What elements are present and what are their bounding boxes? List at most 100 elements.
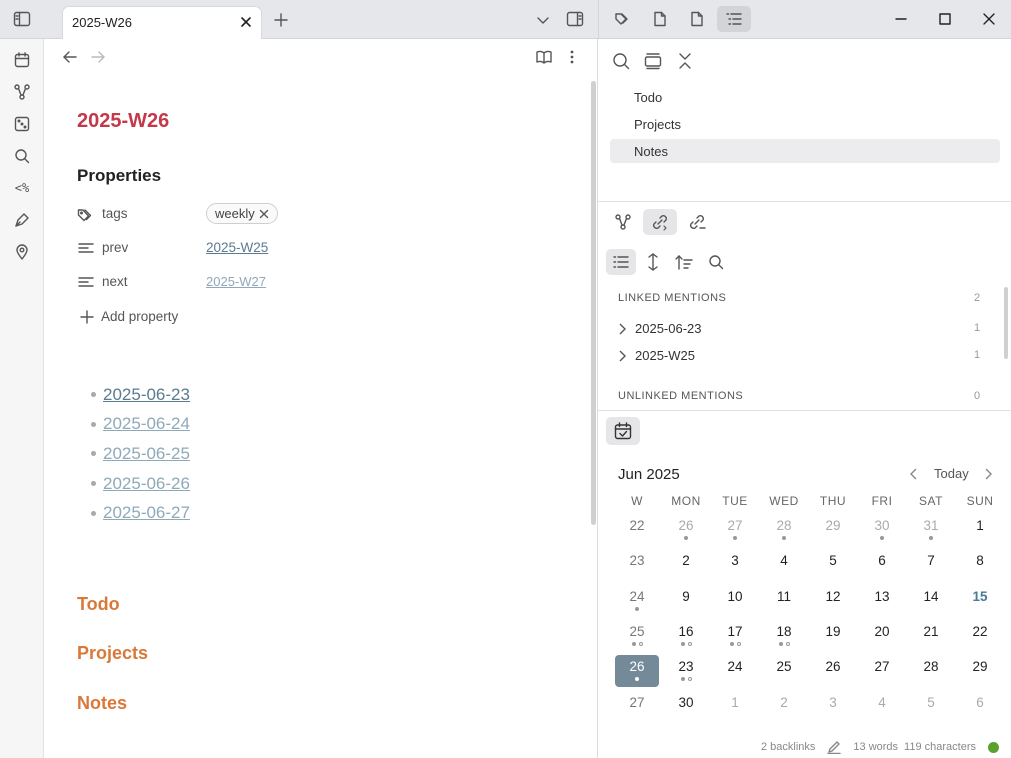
calendar-day[interactable]: 4 (859, 691, 905, 723)
backlinks-count[interactable]: 2 backlinks (761, 741, 815, 753)
toggle-right-sidebar-icon[interactable] (562, 6, 588, 32)
calendar-day[interactable]: 12 (810, 585, 856, 617)
backlinks-scrollbar[interactable] (1004, 287, 1008, 359)
calendar-day[interactable]: 25 (761, 655, 807, 687)
outline-item-todo[interactable]: Todo (634, 90, 662, 105)
calendar-day[interactable]: 10 (712, 585, 758, 617)
graph-view-icon[interactable] (9, 79, 35, 105)
date-link[interactable]: 2025-06-27 (103, 503, 190, 523)
unlinked-mentions-header[interactable]: UNLINKED MENTIONS (618, 390, 743, 402)
calendar-icon[interactable] (9, 47, 35, 73)
random-note-dice-icon[interactable] (9, 111, 35, 137)
search-icon[interactable] (9, 143, 35, 169)
collapse-all-icon[interactable] (644, 52, 662, 70)
calendar-day[interactable]: 18 (761, 620, 807, 652)
close-tab-icon[interactable] (239, 15, 253, 29)
excalidraw-pen-icon[interactable] (9, 207, 35, 233)
calendar-day[interactable]: 26 (663, 514, 709, 546)
calendar-day[interactable]: 5 (810, 549, 856, 581)
heading-notes[interactable]: Notes (77, 693, 127, 714)
calendar-week-number[interactable]: 25 (614, 620, 660, 652)
calendar-day[interactable]: 31 (908, 514, 954, 546)
search-icon[interactable] (612, 52, 630, 70)
previous-month-chevron-icon[interactable] (909, 468, 919, 480)
heading-projects[interactable]: Projects (77, 643, 148, 664)
templater-icon[interactable]: <% (9, 175, 35, 201)
linked-mentions-header[interactable]: LINKED MENTIONS (618, 292, 726, 304)
toggle-left-sidebar-icon[interactable] (9, 6, 35, 32)
mention-row[interactable]: 2025-06-23 1 (618, 319, 988, 339)
calendar-week-number[interactable]: 24 (614, 585, 660, 617)
maximize-window-icon[interactable] (932, 6, 958, 32)
next-link[interactable]: 2025-W27 (206, 274, 266, 289)
calendar-day[interactable]: 27 (859, 655, 905, 687)
property-key[interactable]: tags (102, 206, 128, 221)
calendar-day[interactable]: 7 (908, 549, 954, 581)
calendar-day[interactable]: 29 (957, 655, 1003, 687)
calendar-day[interactable]: 6 (957, 691, 1003, 723)
next-month-chevron-icon[interactable] (984, 468, 994, 480)
note-title[interactable]: 2025-W26 (77, 110, 169, 133)
search-icon[interactable] (703, 249, 729, 275)
fold-chevrons-icon[interactable] (676, 52, 694, 70)
editor-scrollbar[interactable] (591, 81, 596, 525)
minimize-window-icon[interactable] (888, 6, 914, 32)
calendar-day[interactable]: 21 (908, 620, 954, 652)
outgoing-links-icon[interactable] (684, 209, 710, 235)
calendar-day[interactable]: 1 (957, 514, 1003, 546)
calendar-week-number[interactable]: 27 (614, 691, 660, 723)
calendar-day[interactable]: 16 (663, 620, 709, 652)
calendar-day[interactable]: 22 (957, 620, 1003, 652)
pencil-icon[interactable] (827, 740, 842, 754)
calendar-week-number[interactable]: 22 (614, 514, 660, 546)
list-view-icon[interactable] (606, 249, 636, 275)
close-window-icon[interactable] (976, 6, 1002, 32)
calendar-day[interactable]: 4 (761, 549, 807, 581)
add-property-button[interactable]: Add property (80, 309, 178, 324)
today-button[interactable]: Today (934, 466, 969, 481)
calendar-day[interactable]: 14 (908, 585, 954, 617)
calendar-week-number[interactable]: 26 (615, 655, 659, 688)
calendar-day[interactable]: 26 (810, 655, 856, 687)
prev-link[interactable]: 2025-W25 (206, 240, 268, 255)
calendar-day[interactable]: 9 (663, 585, 709, 617)
sort-icon[interactable] (671, 249, 697, 275)
calendar-week-number[interactable]: 23 (614, 549, 660, 581)
file-icon-2[interactable] (684, 6, 710, 32)
heading-todo[interactable]: Todo (77, 594, 120, 615)
calendar-day[interactable]: 29 (810, 514, 856, 546)
calendar-day[interactable]: 3 (712, 549, 758, 581)
property-key[interactable]: prev (102, 240, 128, 255)
calendar-day[interactable]: 5 (908, 691, 954, 723)
calendar-day[interactable]: 19 (810, 620, 856, 652)
forward-arrow-icon[interactable] (90, 49, 106, 65)
tag-pill[interactable]: weekly (206, 203, 278, 224)
calendar-day[interactable]: 8 (957, 549, 1003, 581)
expand-vertical-icon[interactable] (640, 249, 666, 275)
backlinks-icon[interactable] (643, 209, 677, 235)
date-link[interactable]: 2025-06-25 (103, 444, 190, 464)
properties-heading[interactable]: Properties (77, 166, 161, 186)
mention-row[interactable]: 2025-W25 1 (618, 346, 988, 366)
calendar-day[interactable]: 23 (663, 655, 709, 687)
outline-item-projects[interactable]: Projects (634, 117, 681, 132)
date-link[interactable]: 2025-06-24 (103, 414, 190, 434)
tab-list-chevron-down-icon[interactable] (530, 7, 556, 33)
calendar-day[interactable]: 15 (957, 585, 1003, 617)
tags-view-icon[interactable] (610, 6, 636, 32)
date-link[interactable]: 2025-06-26 (103, 474, 190, 494)
calendar-day[interactable]: 1 (712, 691, 758, 723)
map-pin-icon[interactable] (9, 239, 35, 265)
calendar-day[interactable]: 28 (761, 514, 807, 546)
calendar-day[interactable]: 3 (810, 691, 856, 723)
calendar-day[interactable]: 24 (712, 655, 758, 687)
sync-status-icon[interactable] (988, 741, 999, 753)
new-tab-icon[interactable] (268, 7, 294, 33)
calendar-day[interactable]: 30 (663, 691, 709, 723)
remove-tag-x-icon[interactable] (259, 209, 269, 219)
calendar-day[interactable]: 17 (712, 620, 758, 652)
calendar-check-icon[interactable] (606, 417, 640, 445)
calendar-day[interactable]: 27 (712, 514, 758, 546)
calendar-day[interactable]: 2 (663, 549, 709, 581)
tab-active-note[interactable]: 2025-W26 (62, 6, 262, 39)
